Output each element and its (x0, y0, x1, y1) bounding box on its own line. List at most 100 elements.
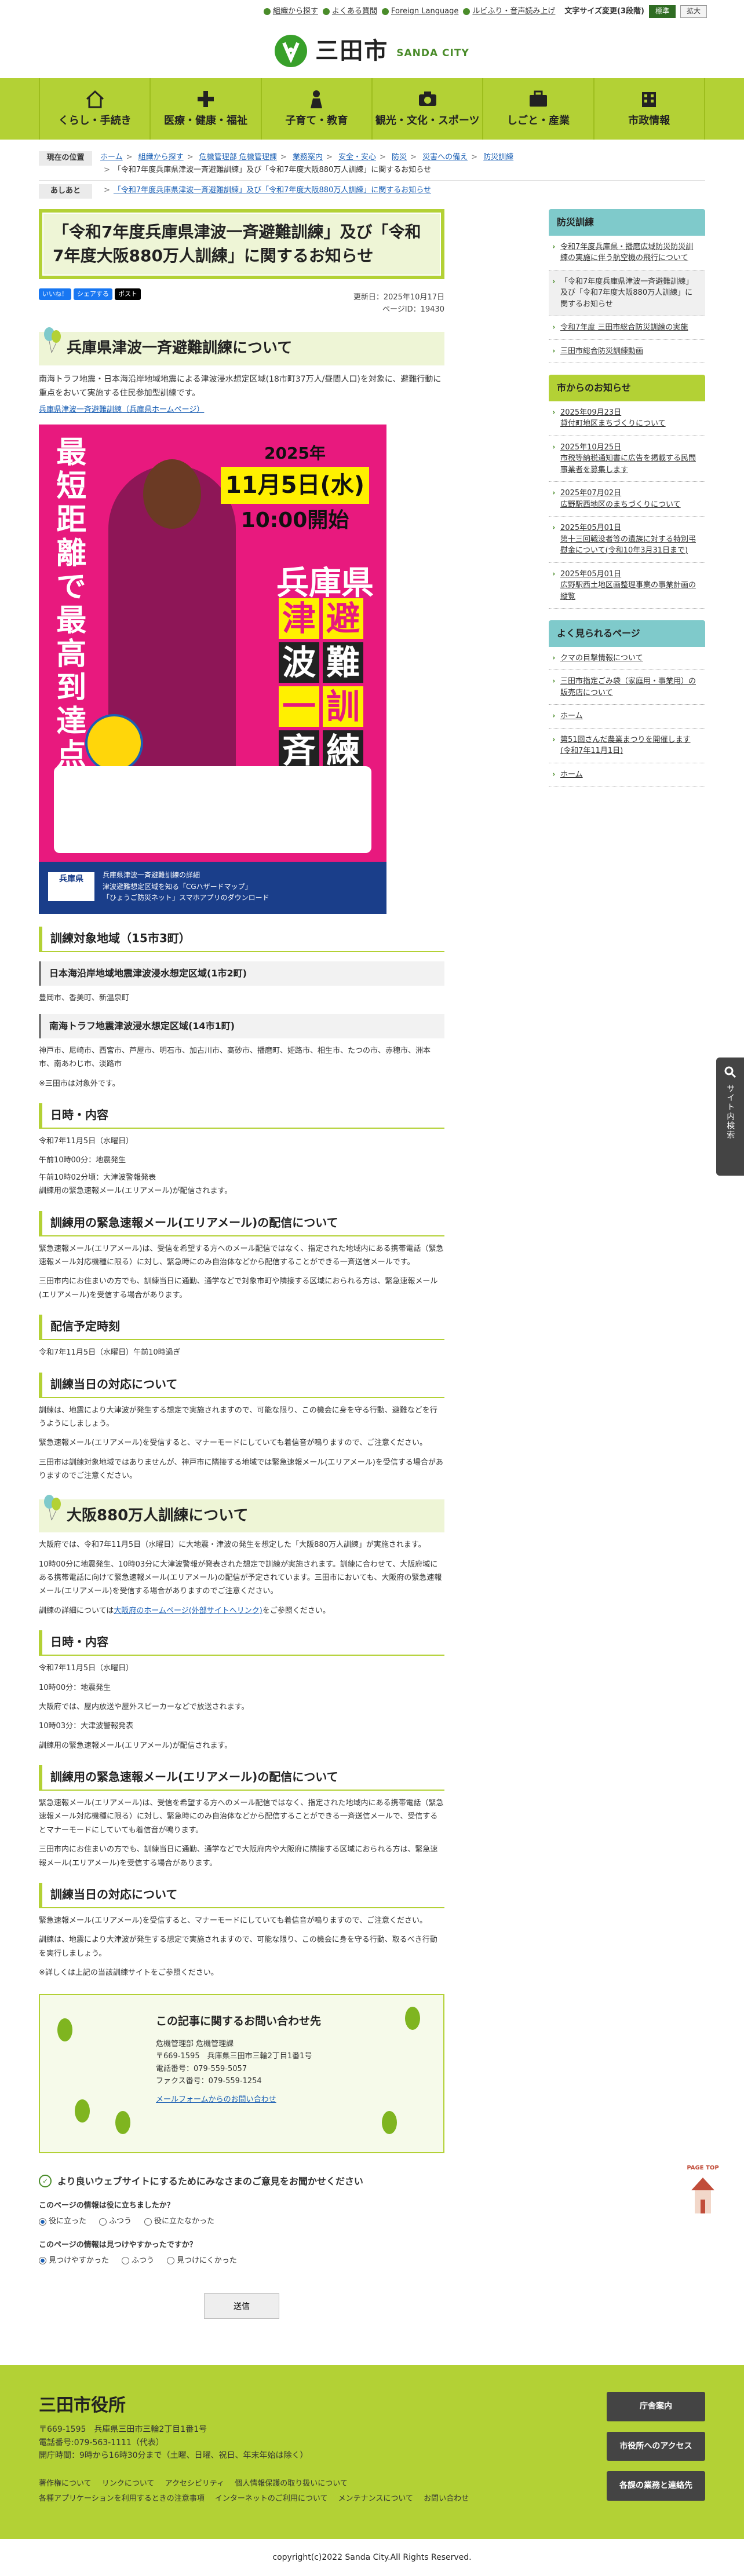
font-size-large-button[interactable]: 拡大 (680, 5, 707, 18)
gnav-work[interactable]: しごと・産業 (482, 78, 593, 140)
trail-link[interactable]: 「令和7年度兵庫県津波一斉避難訓練」及び「令和7年度大阪880万人訓練」に関する… (114, 186, 431, 195)
breadcrumb-link[interactable]: ホーム (100, 153, 123, 162)
footer-phone: 電話番号:079-563-1111（代表） (39, 2438, 164, 2447)
osaka-p2: 10時00分に地震発生、10時03分に大津波警報が発表された想定で訓練が実施され… (39, 1560, 442, 1596)
sidebar-news-item[interactable]: 2025年05月01日 広野駅西土地区画整理事業の事業計画の縦覧 (549, 563, 705, 609)
footer-link[interactable]: 各種アプリケーションを利用するときの注意事項 (39, 2494, 205, 2503)
utility-link-org[interactable]: 組織から探す (263, 6, 318, 18)
breadcrumb-link[interactable]: 組織から探す (138, 153, 184, 162)
balloon-icon (44, 327, 61, 353)
hyogo-schedule-item: 午前10時00分：地震発生 (39, 1156, 126, 1165)
utility-link-faq[interactable]: よくある質問 (322, 6, 377, 18)
footer-link[interactable]: アクセシビリティ (165, 2479, 225, 2488)
poster-info-panel (54, 766, 371, 854)
radio-hard[interactable]: 見つけにくかった (167, 2255, 237, 2267)
footer-button-departments[interactable]: 各課の業務と連絡先 (607, 2471, 705, 2501)
delivery-text: 令和7年11月5日（水曜日）午前10時過ぎ (39, 1348, 181, 1357)
osaka-schedule-heading: 日時・内容 (39, 1630, 444, 1656)
logo-sub: SANDA CITY (396, 47, 469, 59)
footer-link[interactable]: 著作権について (39, 2479, 92, 2488)
nankai-text: 神戸市、尼崎市、西宮市、芦屋市、明石市、加古川市、高砂市、播磨町、姫路市、相生市… (39, 1046, 431, 1069)
osaka-heading: 大阪880万人訓練について (39, 1494, 444, 1533)
hyogo-day-heading: 訓練当日の対応について (39, 1372, 444, 1398)
sidebar-popular-item[interactable]: ホーム (549, 705, 705, 729)
gnav-living[interactable]: くらし・手続き (39, 78, 149, 140)
arrow-icon (322, 8, 330, 15)
osaka-mail-text: 緊急速報メール(エリアメール)は、受信を希望する方へのメール配信ではなく、指定さ… (39, 1799, 444, 1835)
sidebar-news-item[interactable]: 2025年09月23日 貸付町地区まちづくりについて (549, 401, 705, 436)
sidebar-popular-item[interactable]: ホーム (549, 763, 705, 787)
survey-submit-button[interactable]: 送信 (204, 2293, 279, 2319)
footer-link[interactable]: メンテナンスについて (338, 2494, 413, 2503)
sidebar-news-item[interactable]: 2025年05月01日 第十三回戦没者等の遺族に対する特別弔慰金について(令和1… (549, 517, 705, 563)
poster-date: 2025年 11月5日(水) 10:00開始 (220, 441, 369, 537)
utility-link-foreign[interactable]: Foreign Language (381, 6, 458, 18)
sidebar-item[interactable]: 令和7年度兵庫県・播磨広域防災防災訓練の実施に伴う航空機の飛行について (549, 236, 705, 270)
facebook-like-button[interactable]: いいね！ (39, 288, 71, 300)
site-logo[interactable]: 三田市 SANDA CITY (0, 23, 744, 78)
breadcrumb-link[interactable]: 防災訓練 (483, 153, 513, 162)
footer-link[interactable]: お問い合わせ (424, 2494, 469, 2503)
osaka-p1: 大阪府では、令和7年11月5日（水曜日）に大地震・津波の発生を想定した「大阪88… (39, 1541, 426, 1550)
breadcrumb-link[interactable]: 安全・安心 (338, 153, 376, 162)
gnav-tourism[interactable]: 観光・文化・スポーツ (371, 78, 482, 140)
radio-normal[interactable]: ふつう (122, 2255, 154, 2267)
breadcrumb-link[interactable]: 危機管理部 危機管理課 (199, 153, 277, 162)
contact-form-link[interactable]: メールフォームからのお問い合わせ (156, 2094, 426, 2106)
sidebar-popular-item[interactable]: クマの目撃情報について (549, 647, 705, 671)
x-post-button[interactable]: ポスト (115, 288, 141, 300)
osaka-day-heading: 訓練当日の対応について (39, 1883, 444, 1909)
sidebar-news-item[interactable]: 2025年07月02日 広野駅西地区のまちづくりについて (549, 482, 705, 517)
breadcrumb: 現在の位置 ホーム > 組織から探す > 危機管理部 危機管理課 > 業務案内 > 安全… (39, 151, 705, 199)
sidebar-popular-box: よく見られるページ クマの目撃情報について 三田市指定ごみ袋（家庭用・事業用）の… (549, 620, 705, 787)
breadcrumb-link[interactable]: 業務案内 (293, 153, 323, 162)
breadcrumb-link[interactable]: 防災 (392, 153, 407, 162)
city-emblem-icon (275, 34, 308, 67)
gnav-citygov[interactable]: 市政情報 (593, 78, 705, 140)
page-title: 「令和7年度兵庫県津波一斉避難訓練」及び「令和7年度大阪880万人訓練」に関する… (42, 212, 441, 276)
footer-link[interactable]: インターネットのご利用について (215, 2494, 328, 2503)
breadcrumb-current: 現在の位置 ホーム > 組織から探す > 危機管理部 危機管理課 > 業務案内 > 安全… (39, 151, 705, 177)
sidebar-item[interactable]: 令和7年度 三田市総合防災訓練の実施 (549, 316, 705, 340)
japan-sea-heading: 日本海沿岸地域地震津波浸水想定区域(1市2町) (39, 961, 444, 986)
sidebar-news-box: 市からのお知らせ 2025年09月23日 貸付町地区まちづくりについて 2025… (549, 375, 705, 609)
osaka-link[interactable]: 大阪府のホームページ(外部サイトへリンク) (114, 1607, 262, 1615)
utility-link-ruby[interactable]: ルビふり・音声読み上げ (463, 6, 555, 18)
sidebar-drill-box: 防災訓練 令和7年度兵庫県・播磨広域防災防災訓練の実施に伴う航空機の飛行について… (549, 208, 705, 364)
sidebar-news-title: 市からのお知らせ (549, 375, 705, 401)
poster-title-grid: 津 避 波 難 一 訓 斉 練 (279, 598, 363, 771)
footer-link[interactable]: 個人情報保護の取り扱いについて (235, 2479, 348, 2488)
sidebar-item[interactable]: 三田市総合防災訓練動画 (549, 340, 705, 364)
house-icon (86, 90, 104, 108)
radio-normal[interactable]: ふつう (99, 2216, 132, 2228)
gnav-health[interactable]: 医療・健康・福祉 (149, 78, 260, 140)
gnav-education[interactable]: 子育て・教育 (260, 78, 371, 140)
survey-q1-options: 役に立った ふつう 役に立たなかった (39, 2216, 444, 2228)
osaka-schedule-item: 大阪府では、屋内放送や屋外スピーカーなどで放送されます。 (39, 1702, 249, 1711)
radio-not-useful[interactable]: 役に立たなかった (144, 2216, 214, 2228)
breadcrumb-link[interactable]: 災害への備え (422, 153, 468, 162)
building-icon (642, 92, 657, 107)
facebook-share-button[interactable]: シェアする (74, 288, 112, 300)
contact-dept: 危機管理部 危機管理課 (156, 2039, 234, 2048)
footer-link[interactable]: リンクについて (102, 2479, 155, 2488)
nankai-note: ※三田市は対象外です。 (39, 1079, 120, 1088)
page: 組織から探す よくある質問 Foreign Language ルビふり・音声読み… (0, 0, 744, 2576)
footer-button-access[interactable]: 市役所へのアクセス (607, 2431, 705, 2461)
hyogo-link[interactable]: 兵庫県津波一斉避難訓練（兵庫県ホームページ） (39, 403, 444, 416)
sidebar-news-item[interactable]: 2025年10月25日 市税等納税通知書に広告を掲載する民間事業者を募集します (549, 436, 705, 482)
osaka-schedule-item: 10時00分：地震発生 (39, 1683, 111, 1692)
logo-text: 三田市 (315, 37, 389, 64)
global-nav: くらし・手続き 医療・健康・福祉 子育て・教育 観光・文化・スポーツ しごと・産… (0, 78, 744, 140)
sidebar-popular-item[interactable]: 三田市指定ごみ袋（家庭用・事業用）の販売店について (549, 670, 705, 705)
radio-easy[interactable]: 見つけやすかった (39, 2255, 109, 2267)
footer-button-building[interactable]: 庁舎案内 (607, 2392, 705, 2421)
site-search-tab[interactable]: サイト内検索 (716, 1058, 744, 1176)
radio-useful[interactable]: 役に立った (39, 2216, 86, 2228)
page-top-button[interactable]: PAGE TOP (683, 2164, 723, 2227)
font-size-standard-button[interactable]: 標準 (648, 5, 676, 18)
arrow-icon (263, 8, 271, 15)
footer-org: 三田市役所 (39, 2395, 126, 2416)
sidebar-popular-item[interactable]: 第51回さんだ農業まつりを開催します(令和7年11月1日) (549, 729, 705, 763)
poster-footer: 兵庫県 兵庫県津波一斉避難訓練の詳細 津波避難想定区域を知る「CGハザードマップ… (39, 862, 386, 914)
